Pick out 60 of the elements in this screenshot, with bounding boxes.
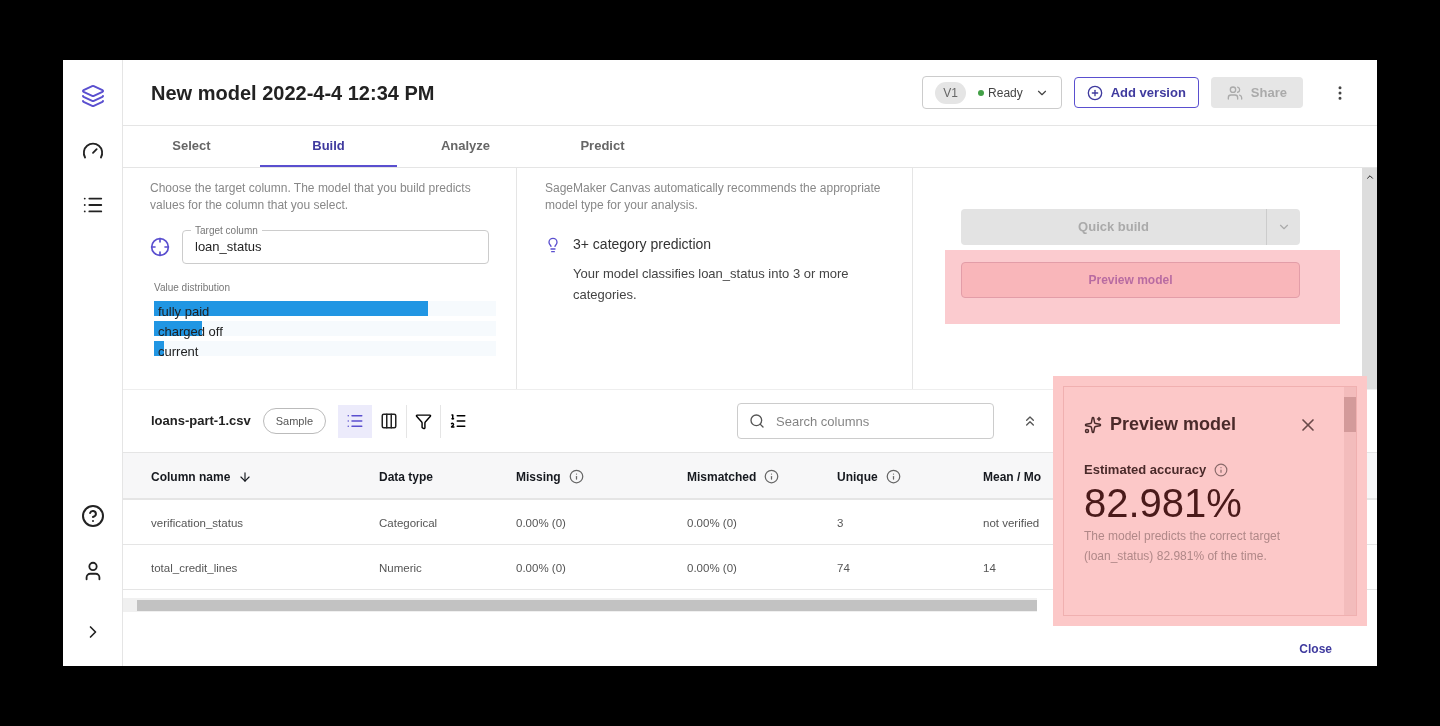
table-cell: verification_status	[151, 517, 244, 529]
model-type-description: SageMaker Canvas automatically recommends the appropriate model type for your analysis.	[545, 180, 882, 214]
info-icon	[1214, 462, 1229, 477]
vertical-scrollbar[interactable]	[1362, 168, 1377, 389]
table-cell: 0.00% (0)	[687, 562, 737, 574]
table-cell: total_credit_lines	[151, 562, 238, 574]
plus-icon	[1086, 84, 1103, 101]
distribution-label: Value distribution	[154, 281, 231, 295]
people-icon	[1226, 84, 1243, 101]
table-cell: 3	[837, 517, 844, 529]
distribution-value: fully paid	[157, 304, 210, 319]
search-icon	[749, 413, 765, 429]
dataset-name: loans-part-1.csv	[151, 412, 251, 431]
table-cell: 14	[983, 562, 996, 574]
table-cell: Categorical	[379, 517, 438, 529]
numbered-list-icon	[448, 412, 467, 430]
model-title: New model 2022-4-4 12:34 PM	[151, 80, 435, 106]
panel-scrollbar[interactable]	[1344, 387, 1356, 615]
model-type-explanation: Your model classifies loan_status into 3 or more categories.	[572, 265, 850, 304]
close-link[interactable]: Close	[1299, 640, 1332, 658]
tab[interactable]: Build	[260, 126, 397, 167]
tab[interactable]: Select	[123, 126, 260, 167]
model-type: 3+ category prediction	[573, 235, 712, 254]
accuracy-note: The model predicts the correct target (loan_status) 82.981% of the time.	[1084, 527, 1282, 565]
column-header[interactable]: Mismatched	[687, 467, 780, 486]
panel-title: Preview model	[1110, 413, 1237, 436]
tab[interactable]: Analyze	[397, 126, 534, 167]
table-cell: 0.00% (0)	[516, 562, 566, 574]
table-cell: not verified	[983, 517, 1040, 529]
column-header[interactable]: Unique	[837, 467, 901, 486]
target-icon	[150, 237, 170, 257]
target-description: Choose the target column. The model that you build predicts values for the column that you select.	[150, 180, 472, 214]
help-icon[interactable]	[80, 504, 105, 528]
columns-icon	[380, 412, 398, 430]
scroll-up-icon	[1364, 172, 1375, 182]
sparkle-icon	[1084, 415, 1102, 434]
accuracy-value: 82.981%	[1084, 479, 1243, 526]
metric-label: Estimated accuracy	[1084, 461, 1207, 479]
add-version-button[interactable]: Add version	[1073, 77, 1199, 108]
table-cell: 0.00% (0)	[687, 517, 737, 529]
search-field[interactable]: Search columns	[737, 403, 994, 439]
info-icon	[885, 469, 901, 484]
filter-icon	[415, 412, 432, 430]
info-icon	[568, 469, 584, 484]
table-cell: 0.00% (0)	[516, 517, 566, 529]
list-view-button[interactable]	[338, 404, 372, 438]
column-header[interactable]: Mean / Mo	[983, 467, 1041, 486]
version-dropdown[interactable]: V1 Ready	[922, 76, 1062, 109]
column-header[interactable]: Missing	[516, 467, 584, 486]
field-label: Target column	[191, 223, 262, 238]
logo-icon[interactable]	[80, 84, 105, 108]
tab[interactable]: Predict	[534, 126, 671, 167]
horizontal-scrollbar[interactable]	[123, 598, 1037, 612]
table-cell: Numeric	[379, 562, 422, 574]
list-icon	[346, 412, 364, 430]
column-header[interactable]: Data type	[379, 467, 434, 486]
lightbulb-icon	[545, 236, 561, 253]
table-cell: 74	[837, 562, 850, 574]
info-icon	[764, 469, 780, 484]
column-header[interactable]: Column name	[151, 467, 253, 486]
